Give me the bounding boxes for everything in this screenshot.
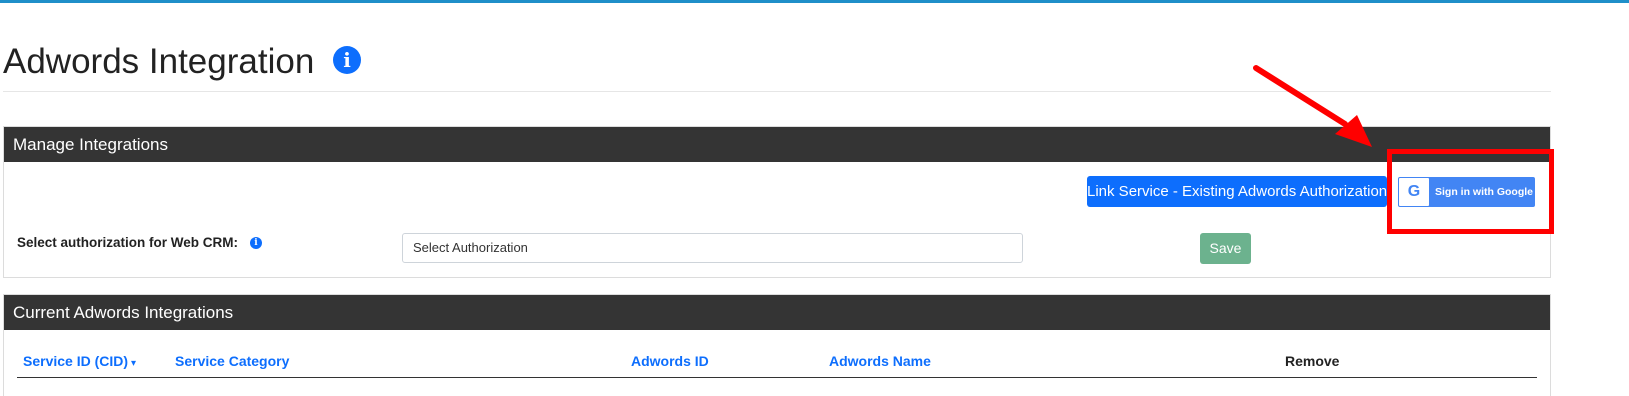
page-title: Adwords Integration (3, 42, 315, 81)
column-header-adwords-name[interactable]: Adwords Name (829, 352, 931, 370)
column-header-remove: Remove (1285, 353, 1340, 369)
info-icon[interactable]: i (250, 237, 262, 249)
highlight-box (1387, 149, 1554, 234)
column-header-service-id[interactable]: Service ID (CID) ▾ (23, 352, 136, 373)
panel-header: Current Adwords Integrations (4, 295, 1550, 330)
info-icon[interactable]: i (333, 46, 361, 74)
current-integrations-panel: Current Adwords Integrations (3, 294, 1551, 396)
sort-caret-icon: ▾ (131, 358, 137, 369)
column-header-adwords-id[interactable]: Adwords ID (631, 352, 709, 370)
panel-header: Manage Integrations (4, 127, 1550, 162)
column-header-service-category[interactable]: Service Category (175, 352, 289, 370)
link-service-button[interactable]: Link Service - Existing Adwords Authoriz… (1087, 176, 1387, 207)
authorization-select[interactable]: Select Authorization (402, 233, 1023, 263)
column-header-label: Service ID (CID) (23, 353, 129, 369)
table-header-rule (17, 377, 1537, 378)
top-accent-bar (0, 0, 1629, 3)
authorization-field-label: Select authorization for Web CRM: (17, 235, 239, 250)
divider (3, 91, 1551, 92)
save-button[interactable]: Save (1200, 233, 1251, 264)
